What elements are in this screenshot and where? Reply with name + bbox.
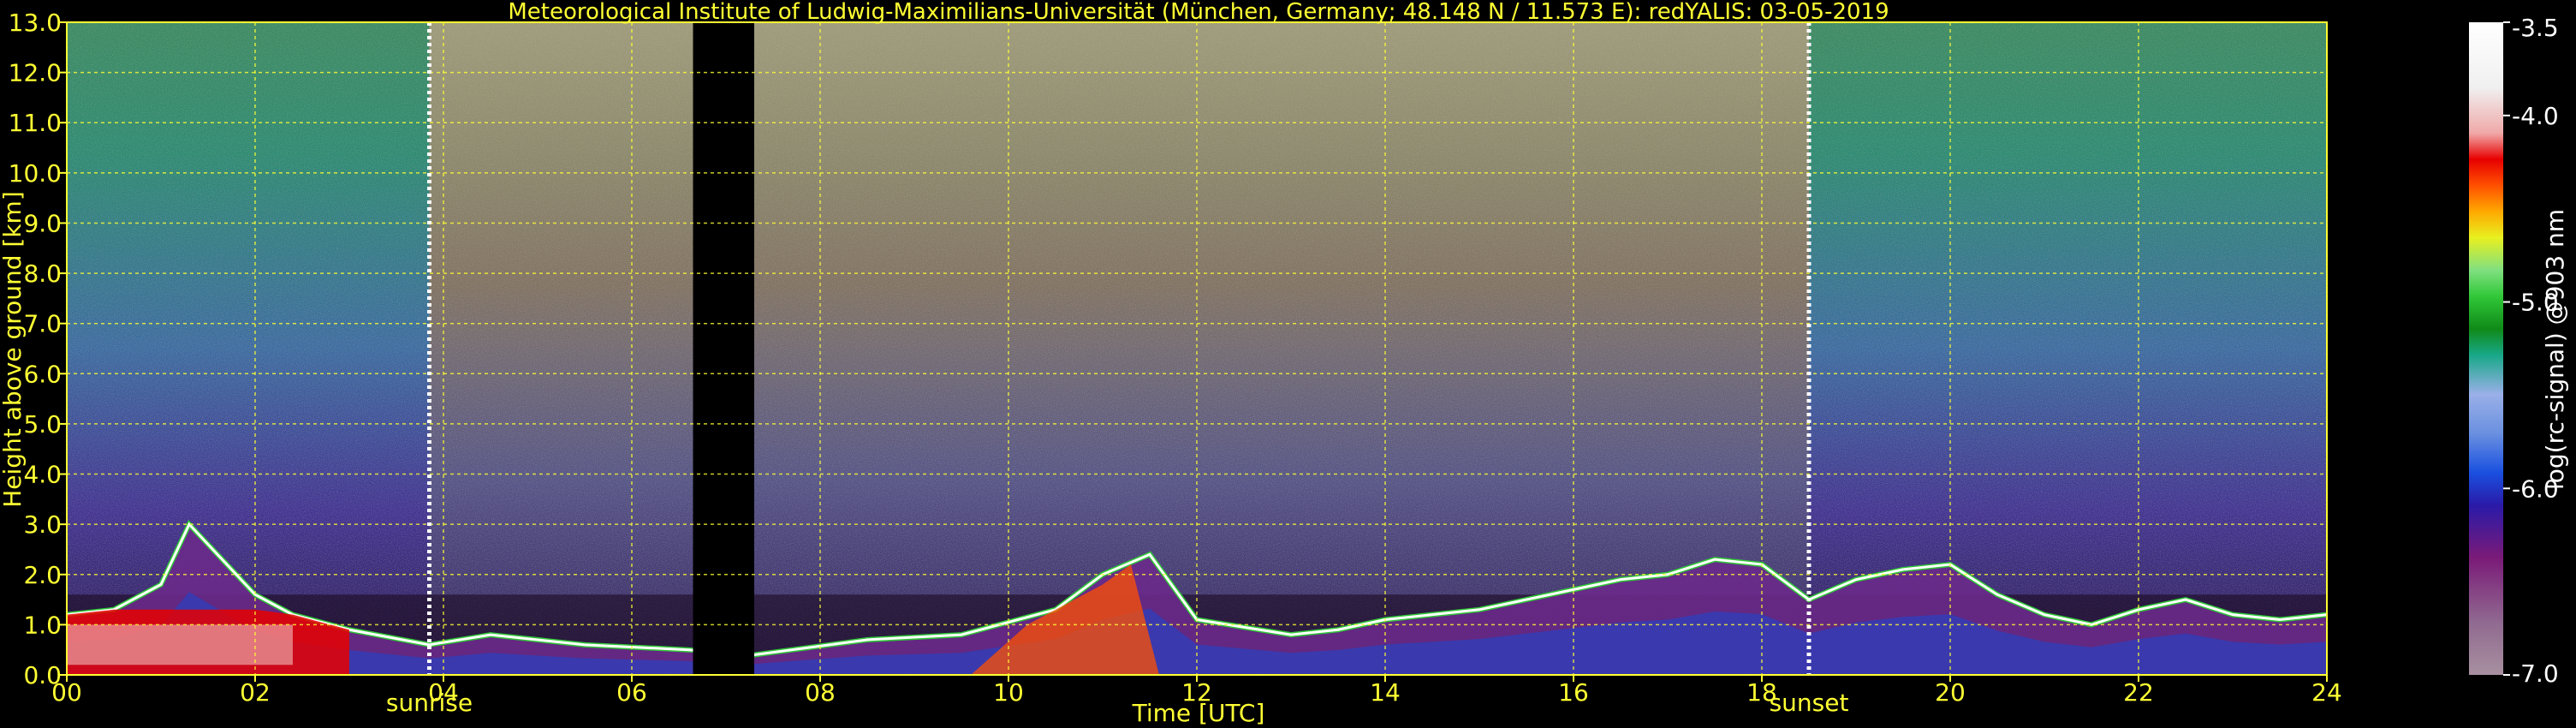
x-tick-label: 18	[1746, 678, 1777, 707]
y-tick-label: 0.0	[23, 661, 62, 689]
y-tick-label: 13.0	[9, 9, 62, 37]
y-tick-label: 3.0	[23, 510, 62, 539]
x-tick-label: 04	[428, 678, 459, 707]
y-tick-label: 2.0	[23, 561, 62, 589]
data-gap	[693, 22, 754, 675]
y-tick-label: 12.0	[9, 59, 62, 87]
y-tick-label: 4.0	[23, 461, 62, 489]
y-tick-label: 10.0	[9, 159, 62, 188]
x-tick-label: 06	[616, 678, 647, 707]
x-tick-label: 08	[805, 678, 836, 707]
residual-layer-core	[67, 624, 293, 665]
lidar-chart: sunrise sunset 00 02 04 06 08 10 12 14 16 18 20 22 24…	[0, 0, 2569, 727]
colorbar-tick-label: -4.0	[2512, 102, 2559, 130]
y-axis-label: Height above ground [km]	[0, 191, 27, 508]
colorbar-tick-label: -7.0	[2512, 659, 2559, 688]
x-tick-label: 22	[2123, 678, 2154, 707]
colorbar-scale	[2469, 22, 2503, 675]
y-tick-label: 5.0	[23, 410, 62, 439]
colorbar-tick-label: -3.5	[2512, 14, 2559, 42]
y-tick-label: 8.0	[23, 260, 62, 288]
x-tick-label: 16	[1558, 678, 1589, 707]
x-tick-label: 02	[240, 678, 271, 707]
x-axis-label: Time [UTC]	[1132, 699, 1265, 727]
y-tick-label: 1.0	[23, 611, 62, 639]
sun-marker-label: sunset	[1770, 689, 1849, 717]
x-tick-label: 14	[1370, 678, 1401, 707]
x-tick-label: 10	[993, 678, 1024, 707]
y-tick-label: 7.0	[23, 310, 62, 338]
x-tick-label: 24	[2311, 678, 2342, 707]
colorbar-label: log(rc-signal) @903 nm	[2541, 209, 2569, 490]
y-tick-label: 11.0	[9, 109, 62, 137]
x-tick-label: 20	[1935, 678, 1966, 707]
colorbar: -3.5-4.0-5.0-6.0-7.0 log(rc-signal) @903…	[2469, 14, 2569, 688]
chart-title: Meteorological Institute of Ludwig-Maxim…	[508, 0, 1889, 25]
y-tick-label: 6.0	[23, 360, 62, 388]
y-tick-label: 9.0	[23, 209, 62, 237]
